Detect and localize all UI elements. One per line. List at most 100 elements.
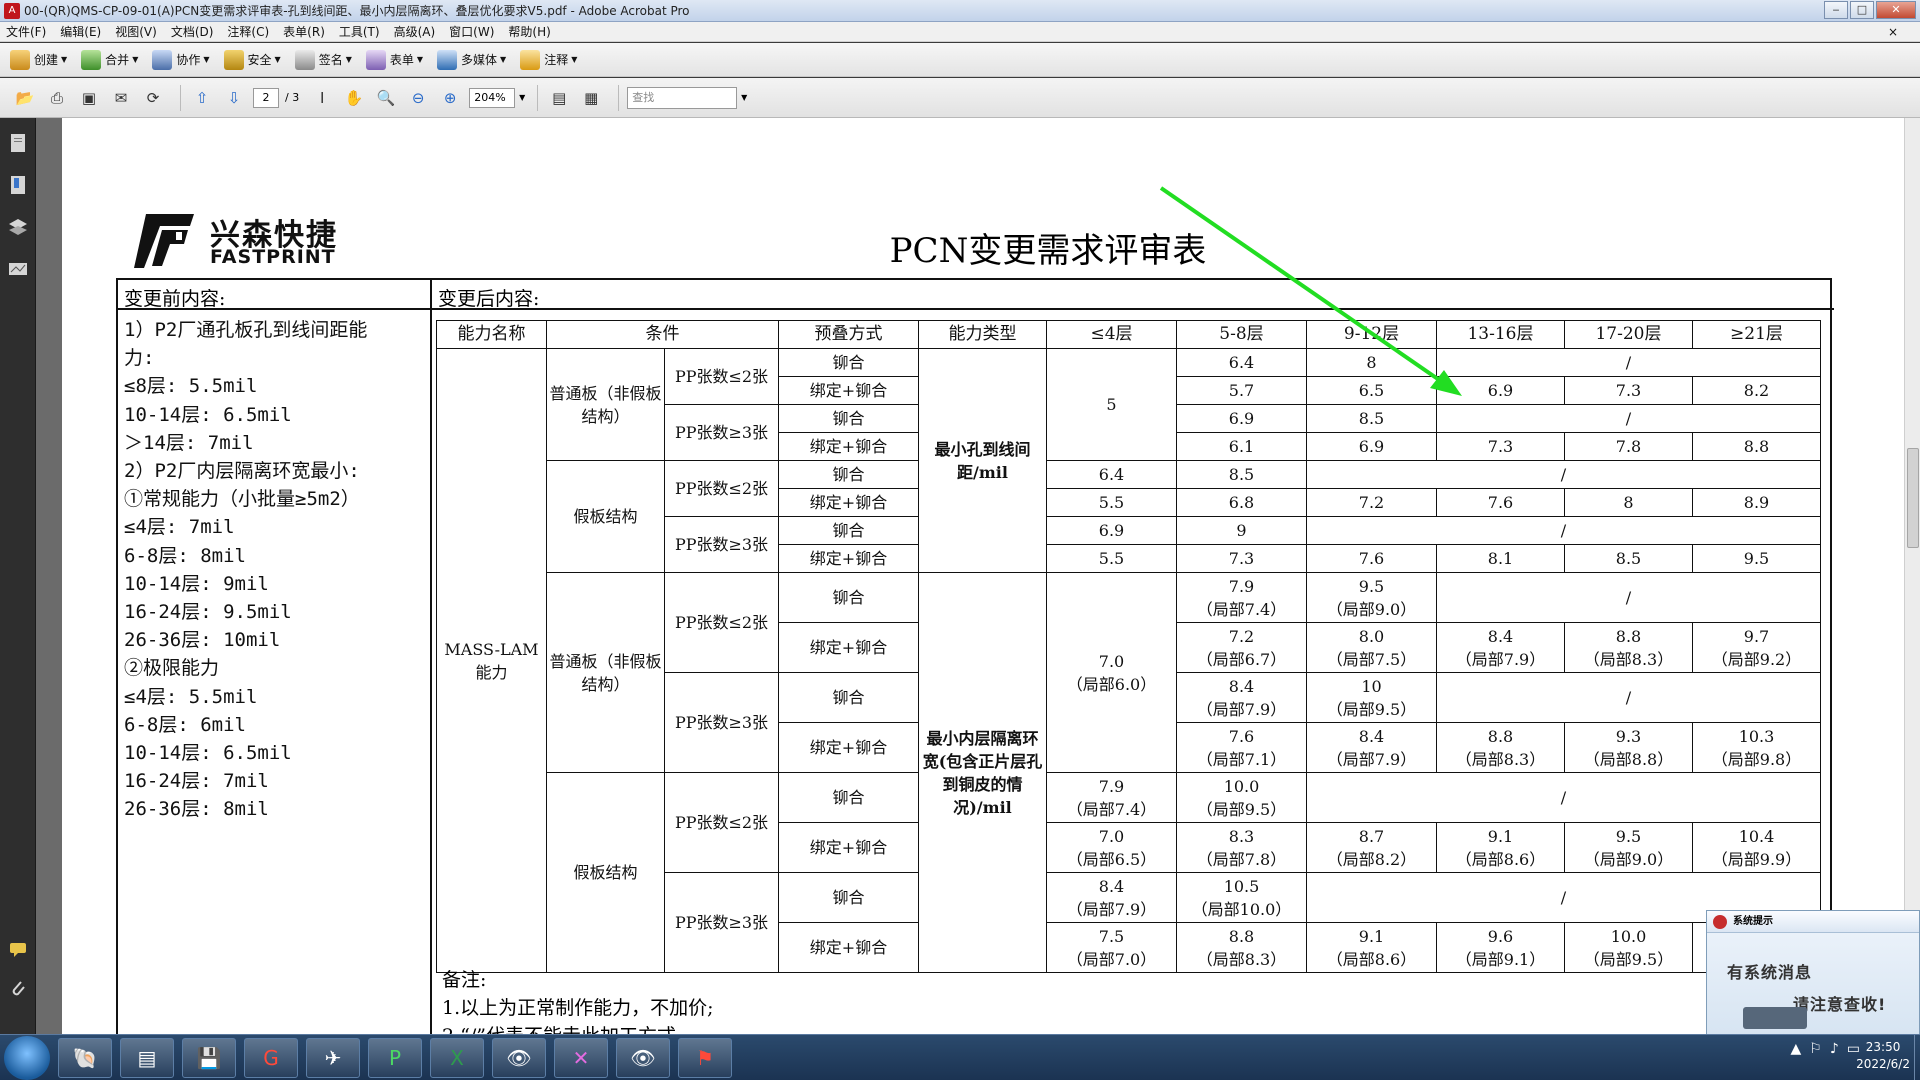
taskbar-messenger-icon[interactable]: ✈ (306, 1037, 360, 1078)
value-cell: 6.5 (1306, 376, 1437, 405)
attachments-icon[interactable] (7, 978, 29, 1000)
taskbar-excel-icon[interactable]: X (430, 1037, 484, 1078)
header-cell: 能力名称 (436, 320, 547, 349)
menu-window[interactable]: 窗口(W) (449, 23, 494, 40)
next-page-icon[interactable]: ⇩ (221, 85, 247, 111)
zoom-out-icon[interactable]: ⊖ (405, 85, 431, 111)
menu-document[interactable]: 文档(D) (171, 23, 214, 40)
combine-button[interactable]: 合并 ▼ (81, 49, 138, 70)
show-desktop-button[interactable] (1914, 1035, 1920, 1080)
value-cell: 10.0 （局部9.5） (1176, 772, 1307, 823)
zoom-in-icon[interactable]: ⊕ (437, 85, 463, 111)
zoom-tool-icon[interactable]: 🔍 (373, 85, 399, 111)
document-area[interactable]: 兴森快捷 FASTPRINT PCN变更需求评审表 变更前内容: 变更后内容: … (36, 118, 1904, 1034)
tray-expand-icon[interactable]: ▲ (1790, 1041, 1801, 1057)
print-icon[interactable]: ⎙ (44, 85, 70, 111)
zoom-dropdown-icon[interactable]: ▼ (515, 93, 529, 102)
forms-label: 表单 (389, 53, 414, 67)
collaborate-button[interactable]: 协作 ▼ (152, 49, 210, 70)
taskbar-viewer-app-icon[interactable]: 👁 (616, 1037, 670, 1078)
select-text-icon[interactable]: I (309, 85, 335, 111)
value-cell: 7.9 （局部7.4） (1176, 572, 1307, 623)
taskbar-shell-app-icon[interactable]: 🐚 (58, 1037, 112, 1078)
value-cell: 8.4 （局部7.9） (1176, 672, 1307, 723)
pp-count-cell: PP张数≤2张 (664, 772, 779, 873)
close-button[interactable]: ✕ (1876, 1, 1916, 19)
open-folder-icon[interactable]: 📂 (12, 85, 38, 111)
table-row: 假板结构 PP张数≤2张 铆合 7.9 （局部7.4） 10.0 （局部9.5） / (437, 772, 1821, 973)
fit-page-icon[interactable]: ▤ (546, 85, 572, 111)
secure-button[interactable]: 安全 ▼ (223, 49, 281, 70)
previous-page-icon[interactable]: ⇧ (189, 85, 215, 111)
value-cell: 9.3 （局部8.8） (1564, 722, 1693, 773)
value-cell: 8.8 (1692, 432, 1821, 461)
share-icon[interactable]: ⟳ (140, 85, 166, 111)
menu-forms[interactable]: 表单(R) (283, 23, 325, 40)
value-cell: 10 （局部9.5） (1306, 672, 1437, 723)
layers-icon[interactable] (7, 216, 29, 238)
value-cell: 6.4 (1046, 460, 1177, 489)
pages-icon[interactable] (7, 132, 29, 154)
vertical-scrollbar[interactable] (1904, 118, 1920, 1034)
sign-button[interactable]: 签名 ▼ (294, 49, 352, 70)
forms-button[interactable]: 表单 ▼ (365, 49, 423, 70)
taskbar-x-app-icon[interactable]: ✕ (554, 1037, 608, 1078)
value-cell: 8.4 （局部7.9） (1046, 872, 1177, 923)
value-cell: / (1436, 404, 1821, 433)
close-document-button[interactable]: × (1888, 25, 1898, 39)
create-button[interactable]: 创建 ▼ (10, 49, 67, 70)
taskbar-pcb-app-icon[interactable]: P (368, 1037, 422, 1078)
before-line: 2）P2厂内层隔离环宽最小: (124, 460, 360, 483)
windows-taskbar: 🐚 ▤ 💾 G ✈ P X 👁 ✕ 👁 ⚑ ▲ ⚐ ♪ ▭ 23:50 2022… (0, 1034, 1920, 1080)
taskbar-red-app-icon[interactable]: G (244, 1037, 298, 1078)
condition-cell: 假板结构 (546, 772, 665, 973)
scrollbar-thumb[interactable] (1907, 448, 1919, 548)
fit-width-icon[interactable]: ▦ (578, 85, 604, 111)
minimize-button[interactable]: ‒ (1824, 1, 1848, 19)
comments-panel-icon[interactable] (7, 938, 29, 960)
value-cell: 6.9 (1436, 376, 1565, 405)
menu-edit[interactable]: 编辑(E) (60, 23, 101, 40)
restore-button[interactable]: □ (1850, 1, 1874, 19)
save-icon[interactable]: ▣ (76, 85, 102, 111)
page-number-input[interactable]: 2 (253, 87, 279, 108)
comment-button[interactable]: 注释 ▼ (520, 49, 577, 70)
menu-tools[interactable]: 工具(T) (339, 23, 380, 40)
bookmarks-icon[interactable] (7, 174, 29, 196)
tray-volume-icon[interactable]: ♪ (1830, 1041, 1839, 1057)
before-line: 1）P2厂通孔板孔到线间距能 (124, 319, 368, 341)
menu-comments[interactable]: 注释(C) (227, 23, 269, 40)
menu-file[interactable]: 文件(F) (6, 23, 46, 40)
table-row: MASS-LAM能力 普通板（非假板结构） PP张数≤2张 铆合 最小孔到线间距… (436, 348, 1821, 973)
value-cell: 9.5 (1692, 544, 1821, 573)
multimedia-button[interactable]: 多媒体 ▼ (437, 49, 506, 70)
signatures-icon[interactable] (7, 258, 29, 280)
hand-tool-icon[interactable]: ✋ (341, 85, 367, 111)
start-button[interactable] (4, 1035, 50, 1080)
value-cell: 7.2 (1306, 488, 1437, 517)
value-cell: 9.7 （局部9.2） (1692, 622, 1821, 673)
value-cell: 8.8 （局部8.3） (1436, 722, 1565, 773)
menu-view[interactable]: 视图(V) (115, 23, 157, 40)
notes-label: 备注: (442, 969, 487, 991)
menu-help[interactable]: 帮助(H) (508, 23, 550, 40)
before-line: 6-8层: 6mil (124, 713, 246, 736)
taskbar-save-app-icon[interactable]: 💾 (182, 1037, 236, 1078)
system-notification-popup[interactable]: 系统提示 有系统消息 请注意查收! (1706, 910, 1920, 1040)
popup-controls[interactable] (1743, 1007, 1807, 1029)
email-icon[interactable]: ✉ (108, 85, 134, 111)
value-cell: 7.5 （局部7.0） (1046, 922, 1177, 973)
create-icon (10, 49, 30, 70)
find-dropdown-icon[interactable]: ▼ (737, 93, 751, 102)
zoom-input[interactable]: 204% (469, 87, 516, 108)
taskbar-clock[interactable]: 23:50 2022/6/2 (1856, 1039, 1910, 1073)
menu-advanced[interactable]: 高级(A) (394, 23, 436, 40)
taskbar-acrobat-icon[interactable]: ⚑ (678, 1037, 732, 1078)
tray-flag-icon[interactable]: ⚐ (1809, 1041, 1822, 1057)
taskbar-eye-app-icon[interactable]: 👁 (492, 1037, 546, 1078)
taskbar-notepad-icon[interactable]: ▤ (120, 1037, 174, 1078)
value-cell: 9.6 （局部9.1） (1436, 922, 1565, 973)
value-cell: 7.6 (1306, 544, 1437, 573)
value-cell: 8.8 （局部8.3） (1564, 622, 1693, 673)
find-input[interactable]: 查找 (627, 86, 738, 109)
